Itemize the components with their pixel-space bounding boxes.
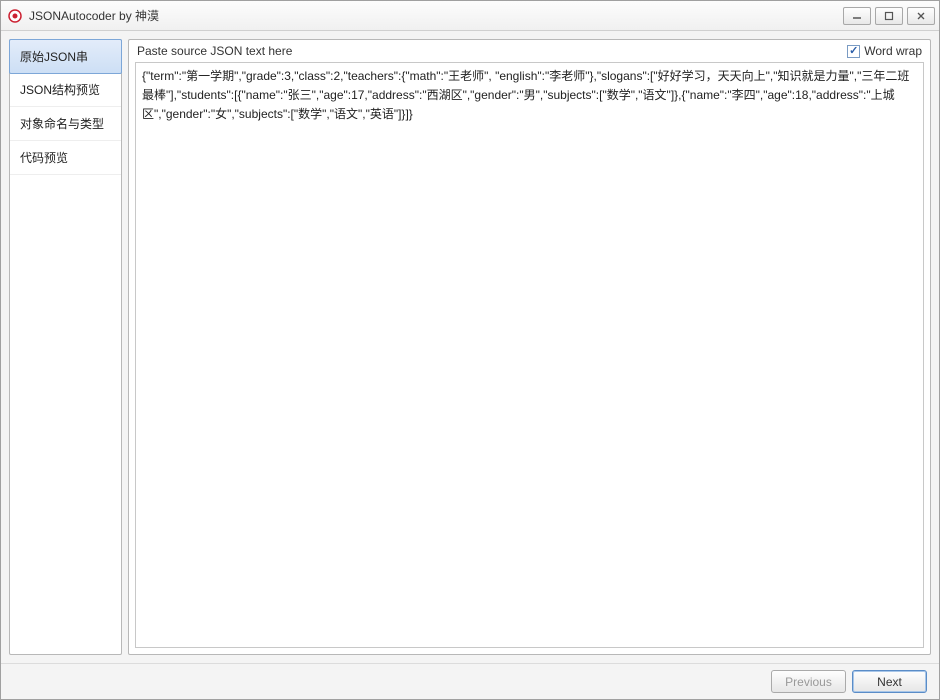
window-controls	[843, 7, 935, 25]
close-button[interactable]	[907, 7, 935, 25]
sidebar-item-json-preview[interactable]: JSON结构预览	[10, 73, 121, 107]
previous-button[interactable]: Previous	[771, 670, 846, 693]
app-window: JSONAutocoder by 神漠 原始JSON串 JSON结构预览 对象命…	[0, 0, 940, 700]
minimize-button[interactable]	[843, 7, 871, 25]
textarea-container	[135, 62, 924, 648]
sidebar-item-code-preview[interactable]: 代码预览	[10, 141, 121, 175]
sidebar: 原始JSON串 JSON结构预览 对象命名与类型 代码预览	[9, 39, 122, 655]
sidebar-item-label: 代码预览	[20, 151, 68, 165]
sidebar-item-label: 对象命名与类型	[20, 117, 104, 131]
panel-header: Paste source JSON text here Word wrap	[129, 40, 930, 62]
app-icon	[7, 8, 23, 24]
panel-header-label: Paste source JSON text here	[137, 44, 847, 58]
next-button[interactable]: Next	[852, 670, 927, 693]
json-input[interactable]	[136, 63, 923, 647]
main-panel: Paste source JSON text here Word wrap	[128, 39, 931, 655]
sidebar-item-label: JSON结构预览	[20, 83, 100, 97]
footer: Previous Next	[1, 663, 939, 699]
word-wrap-checkbox[interactable]	[847, 45, 860, 58]
content-area: 原始JSON串 JSON结构预览 对象命名与类型 代码预览 Paste sour…	[1, 31, 939, 663]
titlebar: JSONAutocoder by 神漠	[1, 1, 939, 31]
word-wrap-control[interactable]: Word wrap	[847, 44, 922, 58]
sidebar-item-naming-types[interactable]: 对象命名与类型	[10, 107, 121, 141]
maximize-button[interactable]	[875, 7, 903, 25]
sidebar-item-raw-json[interactable]: 原始JSON串	[9, 39, 122, 74]
window-title: JSONAutocoder by 神漠	[29, 7, 843, 24]
sidebar-item-label: 原始JSON串	[20, 50, 88, 64]
word-wrap-label: Word wrap	[864, 44, 922, 58]
